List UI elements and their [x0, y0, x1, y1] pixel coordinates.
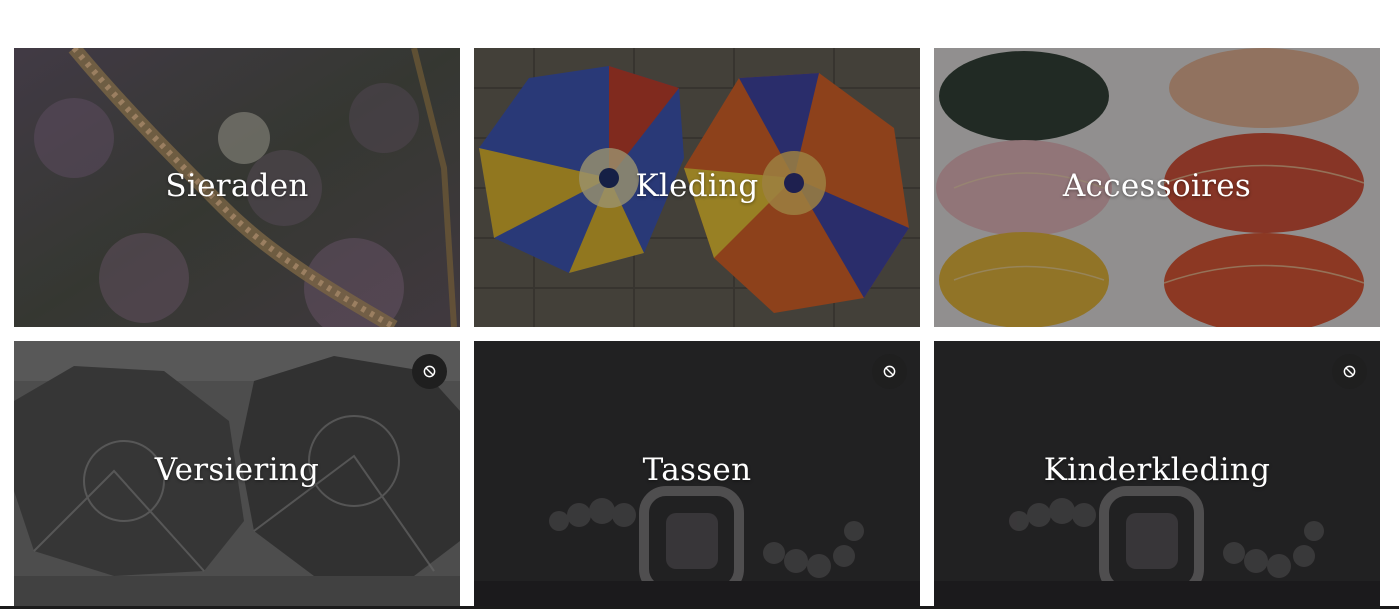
no-entry-badge: [872, 354, 907, 389]
category-label: Accessoires: [1062, 167, 1252, 204]
no-entry-badge: [412, 354, 447, 389]
category-label: Kinderkleding: [1043, 451, 1271, 488]
category-tile-sieraden[interactable]: Sieraden: [14, 48, 460, 327]
category-tile-kinderkleding[interactable]: Kinderkleding: [934, 341, 1380, 609]
no-entry-icon: [883, 365, 896, 378]
category-tile-accessoires[interactable]: Accessoires: [934, 48, 1380, 327]
category-label: Versiering: [154, 451, 320, 488]
category-grid: Sieraden Kleding Accessoires Versiering …: [0, 0, 1399, 609]
category-label: Kleding: [635, 167, 759, 204]
category-label: Tassen: [642, 451, 752, 488]
category-tile-kleding[interactable]: Kleding: [474, 48, 920, 327]
no-entry-icon: [1343, 365, 1356, 378]
no-entry-badge: [1332, 354, 1367, 389]
category-label: Sieraden: [165, 167, 309, 204]
category-tile-tassen[interactable]: Tassen: [474, 341, 920, 609]
no-entry-icon: [423, 365, 436, 378]
category-tile-versiering[interactable]: Versiering: [14, 341, 460, 609]
